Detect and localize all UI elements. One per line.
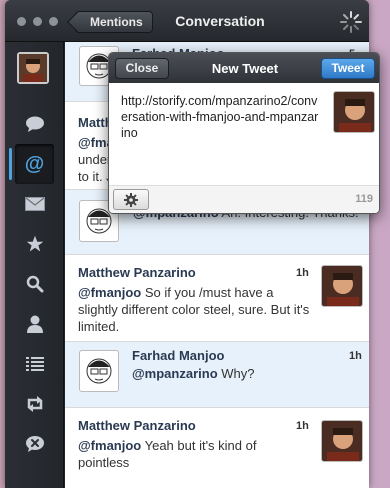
minimize-window-button[interactable] bbox=[33, 17, 42, 26]
new-tweet-popover: Close New Tweet Tweet http://storify.com… bbox=[108, 52, 380, 214]
retweet-icon bbox=[27, 396, 42, 412]
gear-icon bbox=[124, 192, 138, 207]
close-window-button[interactable] bbox=[17, 17, 26, 26]
sidebar-item-mentions[interactable]: @ bbox=[9, 144, 54, 184]
active-indicator bbox=[9, 148, 12, 180]
title-bar: Mentions Conversation bbox=[5, 0, 369, 42]
character-count: 119 bbox=[355, 193, 373, 205]
back-button-label: Mentions bbox=[90, 15, 143, 29]
tweet-text: @mpanzarino Why? bbox=[132, 366, 255, 381]
author-photo bbox=[322, 266, 362, 306]
sidebar-item-retweets[interactable] bbox=[15, 384, 54, 424]
search-icon bbox=[26, 275, 43, 293]
tweet-row[interactable]: Matthew Panzarino 1h @fmanjoo So if you … bbox=[65, 255, 369, 342]
sidebar-item-mute[interactable] bbox=[15, 424, 54, 464]
sidebar-item-favorites[interactable] bbox=[15, 224, 54, 264]
account-avatar[interactable] bbox=[17, 52, 49, 84]
sidebar: @ bbox=[5, 42, 64, 488]
person-icon bbox=[26, 315, 43, 333]
muted-icon bbox=[25, 436, 44, 452]
sidebar-item-direct-messages[interactable] bbox=[15, 184, 54, 224]
tweet-text: @fmanjoo So if you /must have a slightly… bbox=[78, 285, 310, 334]
account-photo bbox=[334, 92, 374, 132]
sidebar-item-profile[interactable] bbox=[15, 304, 54, 344]
tweet-time: 1h bbox=[296, 420, 309, 432]
back-to-mentions-button[interactable]: Mentions bbox=[75, 11, 153, 33]
tweet-row[interactable]: Farhad Manjoo 1h @mpanzarino Why? bbox=[65, 342, 369, 408]
compose-settings-button[interactable] bbox=[113, 189, 149, 210]
popover-header: Close New Tweet Tweet bbox=[109, 53, 379, 83]
tweet-text: @fmanjoo Yeah but it's kind of pointless bbox=[78, 438, 257, 470]
close-button[interactable]: Close bbox=[115, 58, 169, 79]
tweet-author[interactable]: Farhad Manjoo bbox=[132, 348, 224, 363]
at-sign-icon: @ bbox=[24, 152, 45, 175]
author-avatar[interactable] bbox=[79, 350, 119, 392]
tweet-author[interactable]: Matthew Panzarino bbox=[78, 418, 196, 433]
author-avatar[interactable] bbox=[321, 420, 363, 462]
speech-bubble-icon bbox=[25, 116, 44, 132]
popover-footer: 119 bbox=[109, 185, 379, 213]
sidebar-item-messages[interactable] bbox=[15, 104, 54, 144]
envelope-icon bbox=[24, 197, 45, 211]
popover-title: New Tweet bbox=[211, 61, 279, 76]
sidebar-item-lists[interactable] bbox=[15, 344, 54, 384]
tweet-compose-field[interactable]: http://storify.com/mpanzarino2/conversat… bbox=[121, 93, 321, 141]
tweet-time: 1h bbox=[349, 350, 362, 362]
tweet-row[interactable]: Matthew Panzarino 1h @fmanjoo Yeah but i… bbox=[65, 408, 369, 488]
account-photo bbox=[19, 54, 47, 82]
cartoon-avatar bbox=[86, 358, 112, 384]
star-icon bbox=[26, 235, 43, 252]
sidebar-item-search[interactable] bbox=[15, 264, 54, 304]
window-title: Conversation bbox=[175, 13, 265, 29]
tweet-author[interactable]: Matthew Panzarino bbox=[78, 265, 196, 280]
list-icon bbox=[25, 357, 44, 371]
tweet-time: 1h bbox=[296, 267, 309, 279]
loading-spinner-icon bbox=[340, 11, 362, 33]
author-photo bbox=[322, 421, 362, 461]
tweet-button[interactable]: Tweet bbox=[321, 58, 375, 79]
author-avatar[interactable] bbox=[321, 265, 363, 307]
compose-avatar bbox=[333, 91, 375, 133]
zoom-window-button[interactable] bbox=[49, 17, 58, 26]
